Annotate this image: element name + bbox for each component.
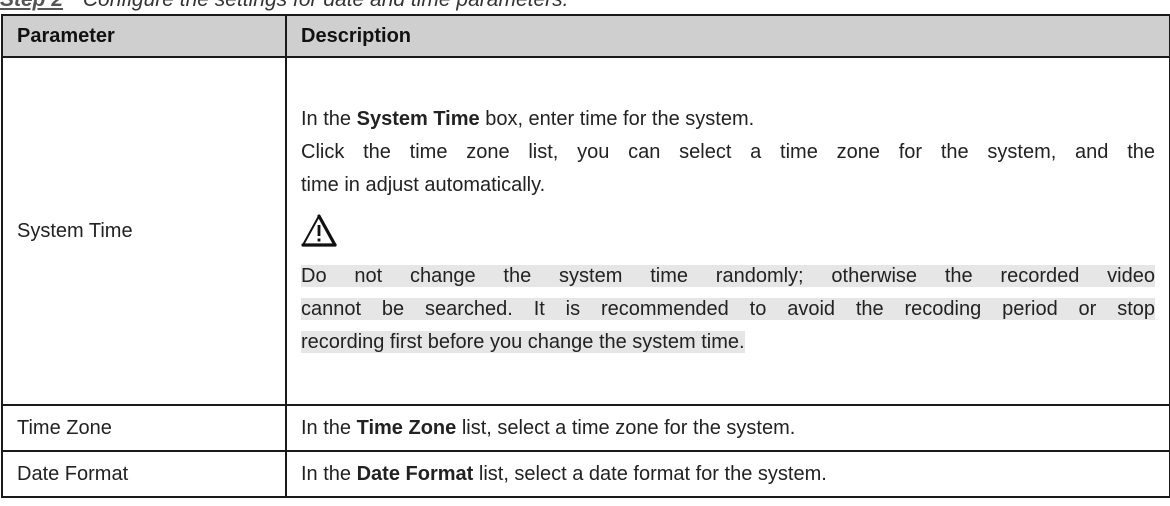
description-text: In the [301, 108, 357, 130]
description-cell: In the Date Format list, select a date f… [285, 450, 1170, 498]
parameter-cell: Date Format [1, 450, 287, 498]
parameter-table: Parameter Description System Time In the… [1, 14, 1170, 498]
description-text: time in adjust automatically. [301, 174, 546, 196]
description-text: Click the time zone list, you can select… [301, 141, 1155, 163]
parameter-column-header: Parameter [1, 14, 287, 58]
step-label: Step 2 [0, 0, 63, 11]
description-cell: In the System Time box, enter time for t… [285, 56, 1170, 406]
step-instruction: Step 2 Configure the settings for date a… [0, 0, 1170, 14]
description-cell: In the Time Zone list, select a time zon… [285, 404, 1170, 452]
description-text: list, select a date format for the syste… [473, 462, 827, 485]
description-line: Click the time zone list, you can select… [301, 136, 1155, 169]
table-row: Time Zone In the Time Zone list, select … [1, 404, 1170, 452]
warning-note: Do not change the system time randomly; … [301, 260, 1155, 359]
table-header-row: Parameter Description [1, 14, 1170, 58]
note-line: Do not change the system time randomly; … [301, 265, 1155, 287]
keyword-system-time: System Time [356, 108, 480, 130]
parameter-cell: System Time [1, 56, 287, 406]
note-line: cannot be searched. It is recommended to… [301, 298, 1155, 320]
keyword-time-zone: Time Zone [356, 416, 457, 439]
note-line: recording first before you change the sy… [301, 331, 745, 353]
description-text: In the [301, 416, 357, 439]
table-row: Date Format In the Date Format list, sel… [1, 450, 1170, 498]
description-column-header: Description [285, 14, 1170, 58]
description-text: box, enter time for the system. [479, 108, 755, 130]
table-row: System Time In the System Time box, ente… [1, 56, 1170, 406]
description-line: time in adjust automatically. [301, 169, 1155, 202]
description-text: In the [301, 462, 357, 485]
parameter-cell: Time Zone [1, 404, 287, 452]
description-text: list, select a time zone for the system. [456, 416, 796, 439]
description-line: In the System Time box, enter time for t… [301, 103, 1155, 136]
step-text: Configure the settings for date and time… [83, 0, 569, 11]
keyword-date-format: Date Format [356, 462, 474, 485]
warning-triangle-icon [301, 214, 337, 247]
